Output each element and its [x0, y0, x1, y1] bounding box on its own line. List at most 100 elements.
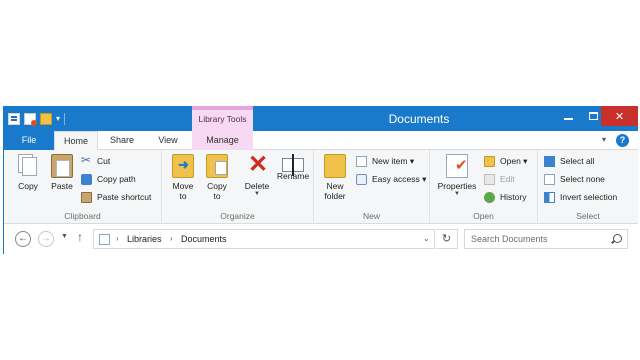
move-to-icon [172, 154, 194, 178]
up-arrow-icon[interactable]: ↑ [77, 230, 83, 244]
minimize-button[interactable] [554, 106, 582, 126]
search-input[interactable]: Search Documents [464, 229, 628, 249]
library-icon [99, 234, 110, 245]
open-group: Properties ▼ Open ▾ Edit History Open [430, 150, 538, 224]
select-none-label: Select none [560, 174, 605, 184]
edit-button[interactable]: Edit [484, 172, 515, 187]
copy-icon [17, 154, 39, 178]
select-all-button[interactable]: Select all [544, 154, 595, 169]
organize-group-label: Organize [220, 211, 255, 221]
tab-file[interactable]: File [4, 131, 54, 150]
tab-manage[interactable]: Manage [192, 131, 253, 150]
move-to-label-2: to [179, 191, 187, 201]
invert-selection-icon [544, 192, 555, 203]
breadcrumb-separator-icon[interactable]: › [170, 230, 173, 248]
copy-to-icon [206, 154, 228, 178]
rename-icon [282, 154, 304, 176]
address-bar[interactable]: › Libraries › Documents ⌄ [93, 229, 435, 249]
select-none-icon [544, 174, 555, 185]
select-group: Select all Select none Invert selection … [538, 150, 638, 224]
maximize-icon [588, 112, 598, 120]
ribbon-tab-strip: File Home Share View ▾ ? [4, 131, 638, 151]
select-none-button[interactable]: Select none [544, 172, 605, 187]
recent-locations-icon[interactable]: ▼ [61, 233, 68, 240]
new-folder-button[interactable]: New folder [320, 154, 350, 201]
properties-button[interactable]: Properties ▼ [434, 154, 480, 198]
easy-access-icon [356, 174, 367, 185]
help-icon[interactable]: ? [616, 134, 629, 147]
organize-group: Move to Copy to Delete ▼ Rename Organize [162, 150, 314, 224]
open-icon [484, 156, 495, 167]
delete-label: Delete [244, 181, 270, 191]
search-icon[interactable] [613, 234, 622, 243]
minimize-icon [563, 118, 573, 120]
move-to-button[interactable]: Move to [168, 154, 198, 201]
new-item-button[interactable]: New item ▾ [356, 154, 414, 169]
tab-share[interactable]: Share [100, 131, 144, 150]
breadcrumb-libraries[interactable]: Libraries [127, 230, 162, 248]
cut-button[interactable]: Cut [81, 153, 111, 169]
refresh-icon: ↻ [441, 233, 452, 245]
properties-large-icon [446, 154, 468, 178]
properties-icon[interactable] [8, 113, 20, 125]
scissors-icon [81, 153, 92, 168]
open-group-label: Open [473, 211, 494, 221]
new-folder-label-2: folder [324, 191, 346, 201]
back-button[interactable]: ← [15, 231, 31, 247]
close-button[interactable]: ✕ [601, 106, 638, 126]
delete-button[interactable]: Delete ▼ [242, 152, 272, 198]
new-group-label: New [362, 211, 380, 221]
edit-label: Edit [500, 174, 515, 184]
cut-label: Cut [97, 156, 111, 166]
delete-dropdown-icon: ▼ [254, 191, 260, 197]
copy-to-label-2: to [213, 191, 221, 201]
history-label: History [500, 192, 527, 202]
explorer-window: ▾ Documents ✕ File Home Share View ▾ ? L… [3, 106, 638, 254]
invert-selection-label: Invert selection [560, 192, 618, 202]
select-group-label: Select [576, 211, 600, 221]
paste-shortcut-button[interactable]: Paste shortcut [81, 190, 151, 205]
copy-path-label: Copy path [97, 174, 136, 184]
title-bar: ▾ Documents ✕ [4, 106, 638, 131]
tab-home[interactable]: Home [54, 131, 98, 151]
breadcrumb-separator-icon[interactable]: › [116, 230, 119, 248]
invert-selection-button[interactable]: Invert selection [544, 190, 617, 205]
refresh-button[interactable]: ↻ [436, 229, 458, 249]
customize-toolbar-icon[interactable]: ▾ [56, 113, 60, 125]
back-arrow-icon: ← [18, 233, 28, 244]
window-title: Documents [388, 112, 450, 126]
quick-access-toolbar: ▾ [8, 112, 66, 126]
paste-shortcut-icon [81, 192, 92, 203]
open-button[interactable]: Open ▾ [484, 154, 527, 169]
new-document-icon[interactable] [24, 113, 37, 126]
paste-icon [51, 154, 73, 178]
address-dropdown-icon[interactable]: ⌄ [423, 230, 430, 248]
properties-dropdown-icon: ▼ [454, 191, 460, 197]
copy-to-label-1: Copy [207, 181, 227, 191]
forward-button[interactable]: → [38, 231, 54, 247]
rename-button[interactable]: Rename [276, 154, 310, 181]
copy-button[interactable]: Copy [12, 154, 44, 191]
easy-access-label: Easy access [372, 174, 420, 184]
copy-path-button[interactable]: Copy path [81, 172, 136, 187]
collapse-ribbon-icon[interactable]: ▾ [602, 135, 606, 144]
copy-path-icon [81, 174, 92, 185]
open-label: Open [500, 156, 521, 166]
history-button[interactable]: History [484, 190, 526, 205]
delete-icon [246, 152, 270, 178]
breadcrumb-documents[interactable]: Documents [181, 230, 227, 248]
select-all-icon [544, 156, 555, 167]
easy-access-button[interactable]: Easy access ▾ [356, 172, 426, 187]
new-group: New folder New item ▾ Easy access ▾ New [314, 150, 430, 224]
paste-button[interactable]: Paste [46, 154, 78, 191]
close-icon: ✕ [614, 110, 625, 123]
copy-to-button[interactable]: Copy to [202, 154, 232, 201]
copy-label: Copy [18, 181, 38, 191]
edit-icon [484, 174, 495, 185]
new-folder-large-icon [324, 154, 346, 178]
paste-label: Paste [51, 181, 73, 191]
navigation-bar: ← → ▼ ↑ › Libraries › Documents ⌄ ↻ Sear… [4, 224, 638, 254]
tab-view[interactable]: View [146, 131, 190, 150]
new-folder-icon[interactable] [40, 113, 52, 125]
new-item-icon [356, 156, 367, 167]
